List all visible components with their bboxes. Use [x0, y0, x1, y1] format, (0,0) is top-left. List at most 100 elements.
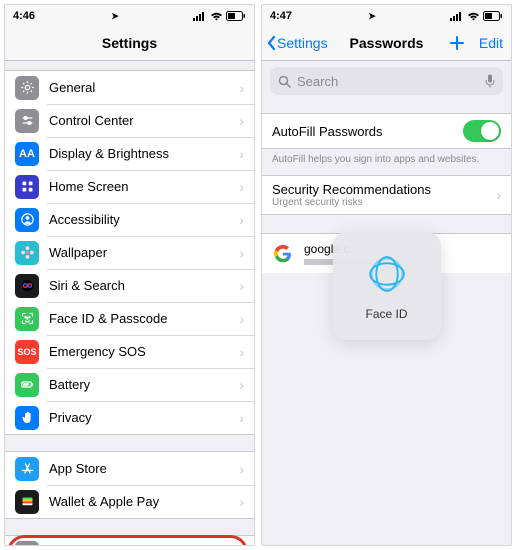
chevron-right-icon: › — [239, 179, 244, 195]
status-bar: 4:47 ➤ — [262, 5, 511, 25]
settings-row-wallet-apple-pay[interactable]: Wallet & Apple Pay› — [5, 485, 254, 518]
highlight-annotation — [7, 535, 248, 545]
person-icon — [15, 208, 39, 232]
wifi-icon — [467, 12, 480, 21]
row-label: App Store — [49, 461, 239, 476]
chevron-right-icon: › — [239, 461, 244, 477]
faceid-overlay: Face ID — [333, 232, 441, 340]
settings-row-app-store[interactable]: App Store› — [5, 452, 254, 485]
chevron-right-icon: › — [239, 80, 244, 96]
back-label: Settings — [277, 35, 328, 51]
status-loc-icon: ➤ — [111, 11, 119, 22]
edit-button[interactable]: Edit — [479, 35, 503, 51]
row-label: Battery — [49, 377, 239, 392]
settings-row-general[interactable]: General› — [5, 71, 254, 104]
chevron-right-icon: › — [239, 545, 244, 546]
mic-icon[interactable] — [485, 74, 495, 88]
row-label: Wallpaper — [49, 245, 239, 260]
row-label: Siri & Search — [49, 278, 239, 293]
nav-bar: Settings Passwords Edit — [262, 25, 511, 61]
settings-row-wallpaper[interactable]: Wallpaper› — [5, 236, 254, 269]
appstore-icon — [15, 457, 39, 481]
left-phone: 4:46 ➤ Settings General›Control Center›A… — [4, 4, 255, 546]
settings-row-emergency-sos[interactable]: SOS Emergency SOS› — [5, 335, 254, 368]
right-phone: 4:47 ➤ Settings Passwords Edit Search Au… — [261, 4, 512, 546]
autofill-note: AutoFill helps you sign into apps and we… — [262, 149, 511, 175]
flower-icon — [15, 241, 39, 265]
settings-row-battery[interactable]: Battery› — [5, 368, 254, 401]
signal-icon — [193, 12, 207, 21]
row-label: Privacy — [49, 410, 239, 425]
settings-row-accessibility[interactable]: Accessibility› — [5, 203, 254, 236]
chevron-right-icon: › — [239, 494, 244, 510]
google-icon — [272, 243, 294, 265]
status-time: 4:46 — [13, 10, 35, 22]
search-icon — [278, 75, 291, 88]
autofill-label: AutoFill Passwords — [272, 124, 383, 139]
security-title: Security Recommendations — [272, 182, 496, 197]
search-placeholder: Search — [297, 74, 338, 89]
settings-row-face-id-passcode[interactable]: Face ID & Passcode› — [5, 302, 254, 335]
row-label: General — [49, 80, 239, 95]
security-recommendations-row[interactable]: Security Recommendations Urgent security… — [262, 175, 511, 215]
row-label: Display & Brightness — [49, 146, 239, 161]
battery-icon — [226, 11, 246, 21]
page-title: Passwords — [350, 35, 424, 51]
settings-list[interactable]: General›Control Center›AADisplay & Brigh… — [5, 61, 254, 545]
row-label: Home Screen — [49, 179, 239, 194]
wallet-icon — [15, 490, 39, 514]
status-right — [193, 11, 246, 21]
faceid-icon — [15, 307, 39, 331]
group-separator — [5, 518, 254, 536]
status-bar: 4:46 ➤ — [5, 5, 254, 25]
row-label: Wallet & Apple Pay — [49, 494, 239, 509]
status-right — [450, 11, 503, 21]
signal-icon — [450, 12, 464, 21]
autofill-row[interactable]: AutoFill Passwords — [262, 113, 511, 149]
aa-icon: AA — [15, 142, 39, 166]
settings-row-display-brightness[interactable]: AA Display & Brightness› — [5, 137, 254, 170]
faceid-label: Face ID — [365, 307, 407, 321]
faceid-icon — [364, 251, 410, 297]
group-separator — [5, 434, 254, 452]
sos-icon: SOS — [15, 340, 39, 364]
chevron-right-icon: › — [239, 278, 244, 294]
chevron-right-icon: › — [239, 344, 244, 360]
chevron-right-icon: › — [239, 377, 244, 393]
key-icon — [15, 541, 39, 546]
security-subtitle: Urgent security risks — [272, 197, 496, 208]
status-loc-icon: ➤ — [368, 11, 376, 22]
chevron-right-icon: › — [496, 187, 501, 203]
chevron-right-icon: › — [239, 146, 244, 162]
group-separator — [5, 61, 254, 71]
wifi-icon — [210, 12, 223, 21]
chevron-right-icon: › — [239, 113, 244, 129]
chevron-right-icon: › — [239, 212, 244, 228]
settings-row-siri-search[interactable]: Siri & Search› — [5, 269, 254, 302]
status-time: 4:47 — [270, 10, 292, 22]
settings-row-control-center[interactable]: Control Center› — [5, 104, 254, 137]
settings-row-home-screen[interactable]: Home Screen› — [5, 170, 254, 203]
nav-bar: Settings — [5, 25, 254, 61]
gear-icon — [15, 76, 39, 100]
search-wrap: Search — [262, 61, 511, 101]
settings-row-privacy[interactable]: Privacy› — [5, 401, 254, 434]
settings-row-passwords[interactable]: Passwords› — [5, 536, 254, 545]
siri-icon — [15, 274, 39, 298]
autofill-switch[interactable] — [463, 120, 501, 142]
sliders-icon — [15, 109, 39, 133]
row-label: Accessibility — [49, 212, 239, 227]
page-title: Settings — [102, 35, 157, 51]
battery-icon — [483, 11, 503, 21]
chevron-left-icon — [266, 35, 277, 51]
battery-icon — [15, 373, 39, 397]
search-input[interactable]: Search — [270, 67, 503, 95]
plus-icon[interactable] — [449, 35, 465, 51]
hand-icon — [15, 406, 39, 430]
row-label: Face ID & Passcode — [49, 311, 239, 326]
chevron-right-icon: › — [239, 245, 244, 261]
row-label: Emergency SOS — [49, 344, 239, 359]
chevron-right-icon: › — [239, 410, 244, 426]
chevron-right-icon: › — [239, 311, 244, 327]
back-button[interactable]: Settings — [266, 35, 328, 51]
